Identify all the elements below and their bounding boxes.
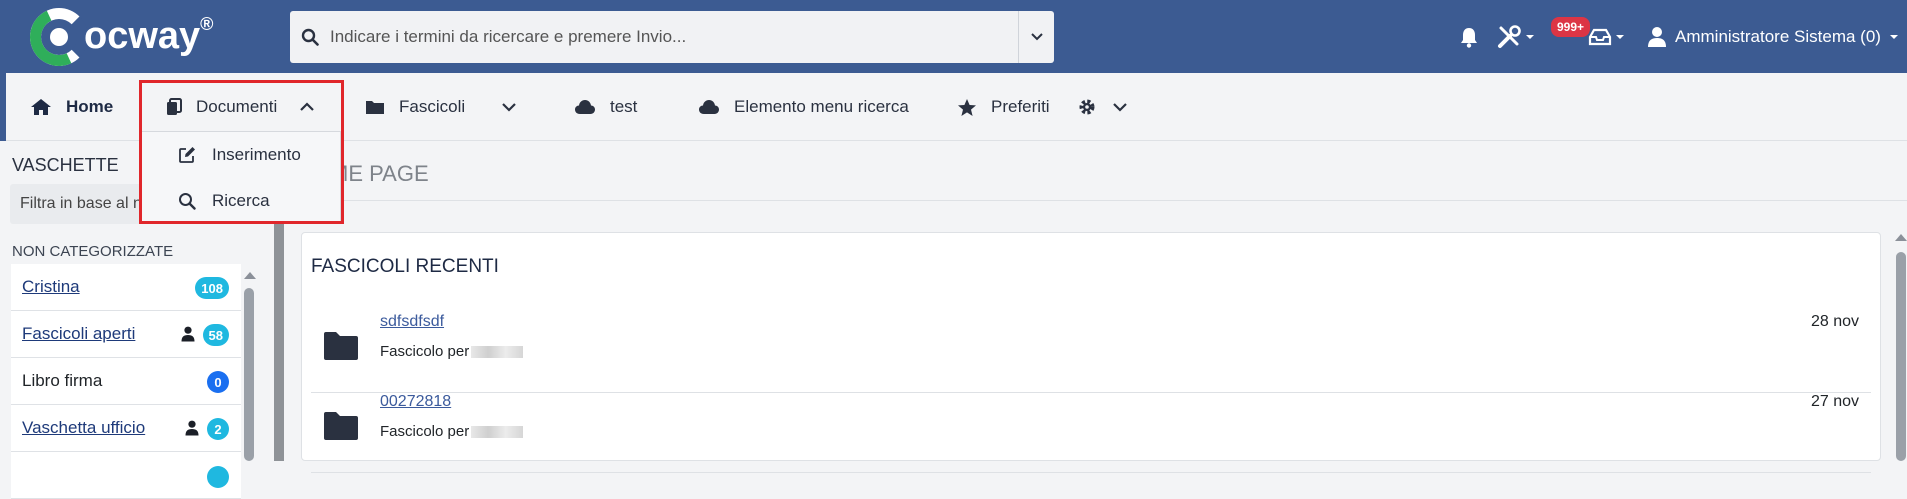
home-icon bbox=[30, 98, 52, 116]
sidebar-title: VASCHETTE bbox=[12, 155, 119, 175]
page-title: ME PAGE bbox=[330, 161, 429, 186]
folder-icon bbox=[365, 99, 385, 115]
redacted-text bbox=[471, 426, 524, 439]
scrollbar-thumb[interactable] bbox=[1896, 252, 1906, 461]
list-item: 00272818 Fascicolo per 27 nov bbox=[311, 393, 1871, 473]
card-title: FASCICOLI RECENTI bbox=[311, 256, 499, 277]
fascicolo-description: Fascicolo per bbox=[380, 343, 524, 360]
user-icon bbox=[1648, 26, 1666, 47]
scroll-up-arrow-icon[interactable] bbox=[244, 272, 256, 279]
tray-menu-button[interactable] bbox=[1588, 0, 1625, 73]
fascicolo-date: 28 nov bbox=[1810, 313, 1859, 330]
fascicolo-description: Fascicolo per bbox=[380, 423, 524, 440]
global-search bbox=[290, 11, 1054, 63]
sidebar-item-label[interactable]: Libro firma bbox=[22, 371, 102, 391]
search-options-chevron-icon[interactable] bbox=[1018, 11, 1054, 63]
nav-fascicoli[interactable]: Fascicoli bbox=[365, 73, 517, 141]
count-badge: 0 bbox=[207, 371, 229, 393]
logo-text: ocway® bbox=[84, 14, 213, 58]
fascicolo-link[interactable]: 00272818 bbox=[380, 393, 451, 411]
tools-icon bbox=[1498, 24, 1521, 48]
count-badge: 108 bbox=[195, 277, 229, 299]
nav-elemento-menu-ricerca[interactable]: Elemento menu ricerca bbox=[698, 73, 909, 141]
sidebar-item-vaschetta-ufficio[interactable]: Vaschetta ufficio 2 bbox=[11, 405, 241, 452]
nav-elemento-menu-ricerca-label: Elemento menu ricerca bbox=[734, 97, 909, 116]
sidebar-item-next[interactable] bbox=[11, 452, 241, 499]
highlight-box bbox=[139, 80, 344, 224]
sidebar-section-title: NON CATEGORIZZATE bbox=[12, 243, 174, 260]
gear-icon bbox=[1079, 99, 1095, 115]
fascicolo-description-text: Fascicolo per bbox=[380, 343, 470, 360]
nav-home[interactable]: Home bbox=[30, 73, 113, 141]
title-divider bbox=[288, 200, 1907, 201]
chevron-down-icon bbox=[1113, 103, 1127, 112]
chevron-down-icon bbox=[502, 103, 516, 112]
nav-test[interactable]: test bbox=[574, 73, 637, 141]
user-icon bbox=[185, 420, 199, 441]
logo-registered-mark: ® bbox=[200, 14, 214, 34]
fascicolo-description-text: Fascicolo per bbox=[380, 423, 470, 440]
notifications-bell-icon[interactable] bbox=[1459, 0, 1479, 73]
sidebar-item-label[interactable]: Cristina bbox=[22, 277, 80, 297]
user-name: Amministratore Sistema (0) bbox=[1675, 26, 1881, 46]
sidebar-item-cristina[interactable]: Cristina 108 bbox=[11, 264, 241, 311]
redacted-text bbox=[471, 346, 524, 359]
panel-resize-handle[interactable] bbox=[274, 188, 284, 461]
scroll-up-arrow-icon[interactable] bbox=[1895, 234, 1907, 241]
sidebar-item-fascicoli-aperti[interactable]: Fascicoli aperti 58 bbox=[11, 311, 241, 358]
nav-preferiti-label: Preferiti bbox=[991, 97, 1050, 116]
count-badge bbox=[207, 466, 229, 488]
nav-preferiti[interactable]: Preferiti bbox=[957, 73, 1050, 141]
nav-fascicoli-label: Fascicoli bbox=[399, 97, 466, 116]
folder-icon bbox=[323, 331, 359, 366]
cloud-icon bbox=[698, 99, 720, 115]
app-logo[interactable]: ocway® bbox=[21, 0, 213, 75]
fascicolo-link[interactable]: sdfsdfsdf bbox=[380, 313, 444, 331]
tray-chevron-down-icon bbox=[1616, 34, 1624, 39]
tools-menu-button[interactable] bbox=[1497, 0, 1535, 73]
sidebar-list: Cristina 108 Fascicoli aperti 58 Libro f… bbox=[11, 264, 241, 499]
search-input[interactable] bbox=[330, 11, 1018, 63]
count-badge: 58 bbox=[202, 324, 229, 346]
scrollbar-thumb[interactable] bbox=[244, 288, 254, 461]
cloud-icon bbox=[574, 99, 596, 115]
count-badge: 2 bbox=[207, 418, 229, 440]
tray-icon bbox=[1588, 28, 1612, 45]
sidebar-scrollbar[interactable] bbox=[244, 272, 256, 461]
sidebar-item-libro-firma[interactable]: Libro firma 0 bbox=[11, 358, 241, 405]
folder-icon bbox=[323, 411, 359, 446]
star-icon bbox=[957, 98, 977, 117]
main-scrollbar[interactable] bbox=[1895, 230, 1907, 461]
tools-chevron-down-icon bbox=[1526, 34, 1534, 39]
search-icon[interactable] bbox=[290, 11, 330, 63]
fascicolo-date: 27 nov bbox=[1810, 393, 1859, 410]
user-icon bbox=[181, 326, 195, 347]
logo-wordmark: ocway bbox=[84, 15, 201, 57]
nav-test-label: test bbox=[610, 97, 638, 116]
sidebar-item-label[interactable]: Fascicoli aperti bbox=[22, 324, 135, 344]
nav-active-accent bbox=[0, 73, 6, 141]
nav-settings-menu[interactable] bbox=[1078, 73, 1128, 141]
sidebar-item-label[interactable]: Vaschetta ufficio bbox=[22, 418, 145, 438]
user-menu[interactable]: Amministratore Sistema (0) bbox=[1647, 0, 1899, 73]
nav-home-label: Home bbox=[66, 97, 114, 116]
logo-dot-icon bbox=[50, 28, 68, 46]
notifications-count-badge: 999+ bbox=[1551, 17, 1591, 37]
list-item: sdfsdfsdf Fascicolo per 28 nov bbox=[311, 313, 1871, 393]
user-chevron-down-icon bbox=[1889, 34, 1898, 39]
